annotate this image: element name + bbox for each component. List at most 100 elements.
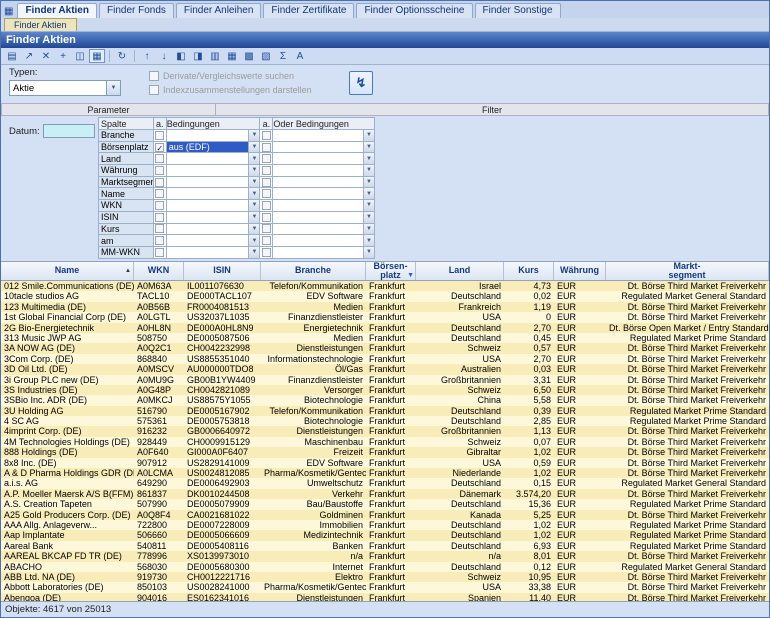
column-header-borsen-platz[interactable]: Börsen- platz▼ [366,262,416,280]
delete-icon[interactable]: ✕ [38,49,54,63]
table-row[interactable]: ABACHO568030DE0005680300InternetFrankfur… [1,562,769,572]
dropdown-arrow-icon[interactable]: ▼ [363,165,374,176]
column-filter-icon[interactable]: ▼ [407,272,414,279]
and-checkbox-2[interactable] [262,166,271,175]
and-checkbox-2[interactable] [262,143,271,152]
tab-finder-zertifikate[interactable]: Finder Zertifikate [263,3,354,18]
table-row[interactable]: 4 SC AG575361DE0005753818BiotechnologieF… [1,416,769,426]
oder-bedingung-select[interactable]: ▼ [273,177,374,188]
table-row[interactable]: 3A NOW AG (DE)A0Q2C1CH0042232998Dienstle… [1,343,769,353]
tab-finder-aktien[interactable]: Finder Aktien [17,3,97,18]
column-center-icon[interactable]: ◨ [190,49,206,63]
column-header-isin[interactable]: ISIN [184,262,261,280]
dropdown-arrow-icon[interactable]: ▼ [248,130,259,141]
column-header-kurs[interactable]: Kurs [504,262,554,280]
dropdown-arrow-icon[interactable]: ▼ [248,200,259,211]
table-row[interactable]: 888 Holdings (DE)A0F640GI000A0F6407Freiz… [1,447,769,457]
chevron-down-icon[interactable]: ▼ [106,81,120,95]
layout-icon[interactable]: ◫ [72,49,88,63]
sort-ascending-icon[interactable]: ↑ [139,49,155,63]
table-row[interactable]: 3U Holding AG516790DE0005167902Telefon/K… [1,406,769,416]
table-row[interactable]: 1st Global Financial Corp (DE)A0LGTLUS32… [1,312,769,322]
table-row[interactable]: 8x8 Inc. (DE)907912US2829141009EDV Softw… [1,458,769,468]
oder-bedingung-select[interactable]: ▼ [273,142,374,153]
dropdown-arrow-icon[interactable]: ▼ [363,177,374,188]
bedingung-select[interactable]: ▼ [167,188,260,199]
table-row[interactable]: 012 Smile.Communications (DE)A0M63AIL001… [1,281,769,291]
merge-cells-icon[interactable]: ▩ [241,49,257,63]
and-checkbox[interactable] [155,236,164,245]
table-row[interactable]: 3SBio Inc. ADR (DE)A0MKCJUS88575Y1055Bio… [1,395,769,405]
oder-bedingung-select[interactable]: ▼ [273,130,374,141]
and-checkbox[interactable] [155,248,164,257]
table-row[interactable]: 4M Technologies Holdings (DE)928449CH000… [1,437,769,447]
bedingung-select[interactable]: ▼ [167,235,260,246]
dropdown-arrow-icon[interactable]: ▼ [248,142,259,153]
table-row[interactable]: AAREAL BKCAP FD TR (DE)778996XS013997301… [1,551,769,561]
oder-bedingung-select[interactable]: ▼ [273,165,374,176]
dropdown-arrow-icon[interactable]: ▼ [248,188,259,199]
and-checkbox[interactable]: ✓ [155,143,164,152]
table-row[interactable]: A.S. Creation Tapeten507990DE0005079909B… [1,499,769,509]
dropdown-arrow-icon[interactable]: ▼ [248,165,259,176]
table-row[interactable]: a.i.s. AG649290DE0006492903UmweltschutzF… [1,478,769,488]
bedingung-select[interactable]: ▼ [167,153,260,164]
save-icon[interactable]: ▤ [4,49,20,63]
font-icon[interactable]: A [292,49,308,63]
bedingung-select[interactable]: ▼ [167,247,260,258]
bedingung-select[interactable]: ▼ [167,224,260,235]
sort-descending-icon[interactable]: ↓ [156,49,172,63]
dropdown-arrow-icon[interactable]: ▼ [363,212,374,223]
bedingung-select[interactable]: aus (EDF)▼ [167,142,260,153]
bedingung-select[interactable]: ▼ [167,165,260,176]
tab-finder-sonstige[interactable]: Finder Sonstige [475,3,561,18]
dropdown-arrow-icon[interactable]: ▼ [363,153,374,164]
column-header-name[interactable]: Name▲ [1,262,134,280]
and-checkbox-2[interactable] [262,131,271,140]
dropdown-arrow-icon[interactable]: ▼ [248,212,259,223]
dropdown-arrow-icon[interactable]: ▼ [248,235,259,246]
column-header-branche[interactable]: Branche [261,262,366,280]
oder-bedingung-select[interactable]: ▼ [273,153,374,164]
and-checkbox[interactable] [155,178,164,187]
checkbox-indexzusammenstellungen-darstellen[interactable] [149,85,159,95]
bedingung-select[interactable]: ▼ [167,130,260,141]
tab-finder-anleihen[interactable]: Finder Anleihen [176,3,262,18]
table-row[interactable]: 2G Bio-EnergietechnikA0HL8NDE000A0HL8N9E… [1,323,769,333]
table-row[interactable]: Aareal Bank540811DE0005408116BankenFrank… [1,541,769,551]
dropdown-arrow-icon[interactable]: ▼ [248,153,259,164]
and-checkbox[interactable] [155,189,164,198]
table-row[interactable]: 3S Industries (DE)A0G48PCH0042821089Vers… [1,385,769,395]
oder-bedingung-select[interactable]: ▼ [273,200,374,211]
and-checkbox-2[interactable] [262,189,271,198]
column-header-land[interactable]: Land [416,262,504,280]
dropdown-arrow-icon[interactable]: ▼ [363,224,374,235]
oder-bedingung-select[interactable]: ▼ [273,235,374,246]
bedingung-select[interactable]: ▼ [167,212,260,223]
search-run-button[interactable]: ↯ [349,71,373,95]
table-row[interactable]: Abengoa (DE)904016ES0162341016Dienstleis… [1,593,769,601]
column-right-icon[interactable]: ▥ [207,49,223,63]
table-row[interactable]: AAA Allg. Anlageverw...722800DE000722800… [1,520,769,530]
column-header-wahrung[interactable]: Währung [554,262,606,280]
and-checkbox-2[interactable] [262,213,271,222]
tab-finder-fonds[interactable]: Finder Fonds [99,3,174,18]
typen-select[interactable]: Aktie ▼ [9,80,121,96]
and-checkbox[interactable] [155,166,164,175]
table-row[interactable]: 313 Music JWP AG508750DE0005087506Medien… [1,333,769,343]
and-checkbox-2[interactable] [262,178,271,187]
and-checkbox-2[interactable] [262,248,271,257]
table-row[interactable]: 4imprint Corp. (DE)916232GB0006640972Die… [1,426,769,436]
table-row[interactable]: 3D Oil Ltd. (DE)A0MSCVAU000000TDO8Öl/Gas… [1,364,769,374]
table-row[interactable]: ABB Ltd. NA (DE)919730CH0012221716Elektr… [1,572,769,582]
table-row[interactable]: A.P. Moeller Maersk A/S B(FFM)861837DK00… [1,489,769,499]
table-row[interactable]: Abbott Laboratories (DE)850103US00282410… [1,582,769,592]
new-icon[interactable]: + [55,49,71,63]
oder-bedingung-select[interactable]: ▼ [273,188,374,199]
table-row[interactable]: 3i Group PLC new (DE)A0MU9GGB00B1YW4409F… [1,375,769,385]
dropdown-arrow-icon[interactable]: ▼ [363,200,374,211]
oder-bedingung-select[interactable]: ▼ [273,224,374,235]
tab-finder-optionsscheine[interactable]: Finder Optionsscheine [356,3,472,18]
filter-icon[interactable]: ▦ [89,49,105,63]
and-checkbox-2[interactable] [262,154,271,163]
